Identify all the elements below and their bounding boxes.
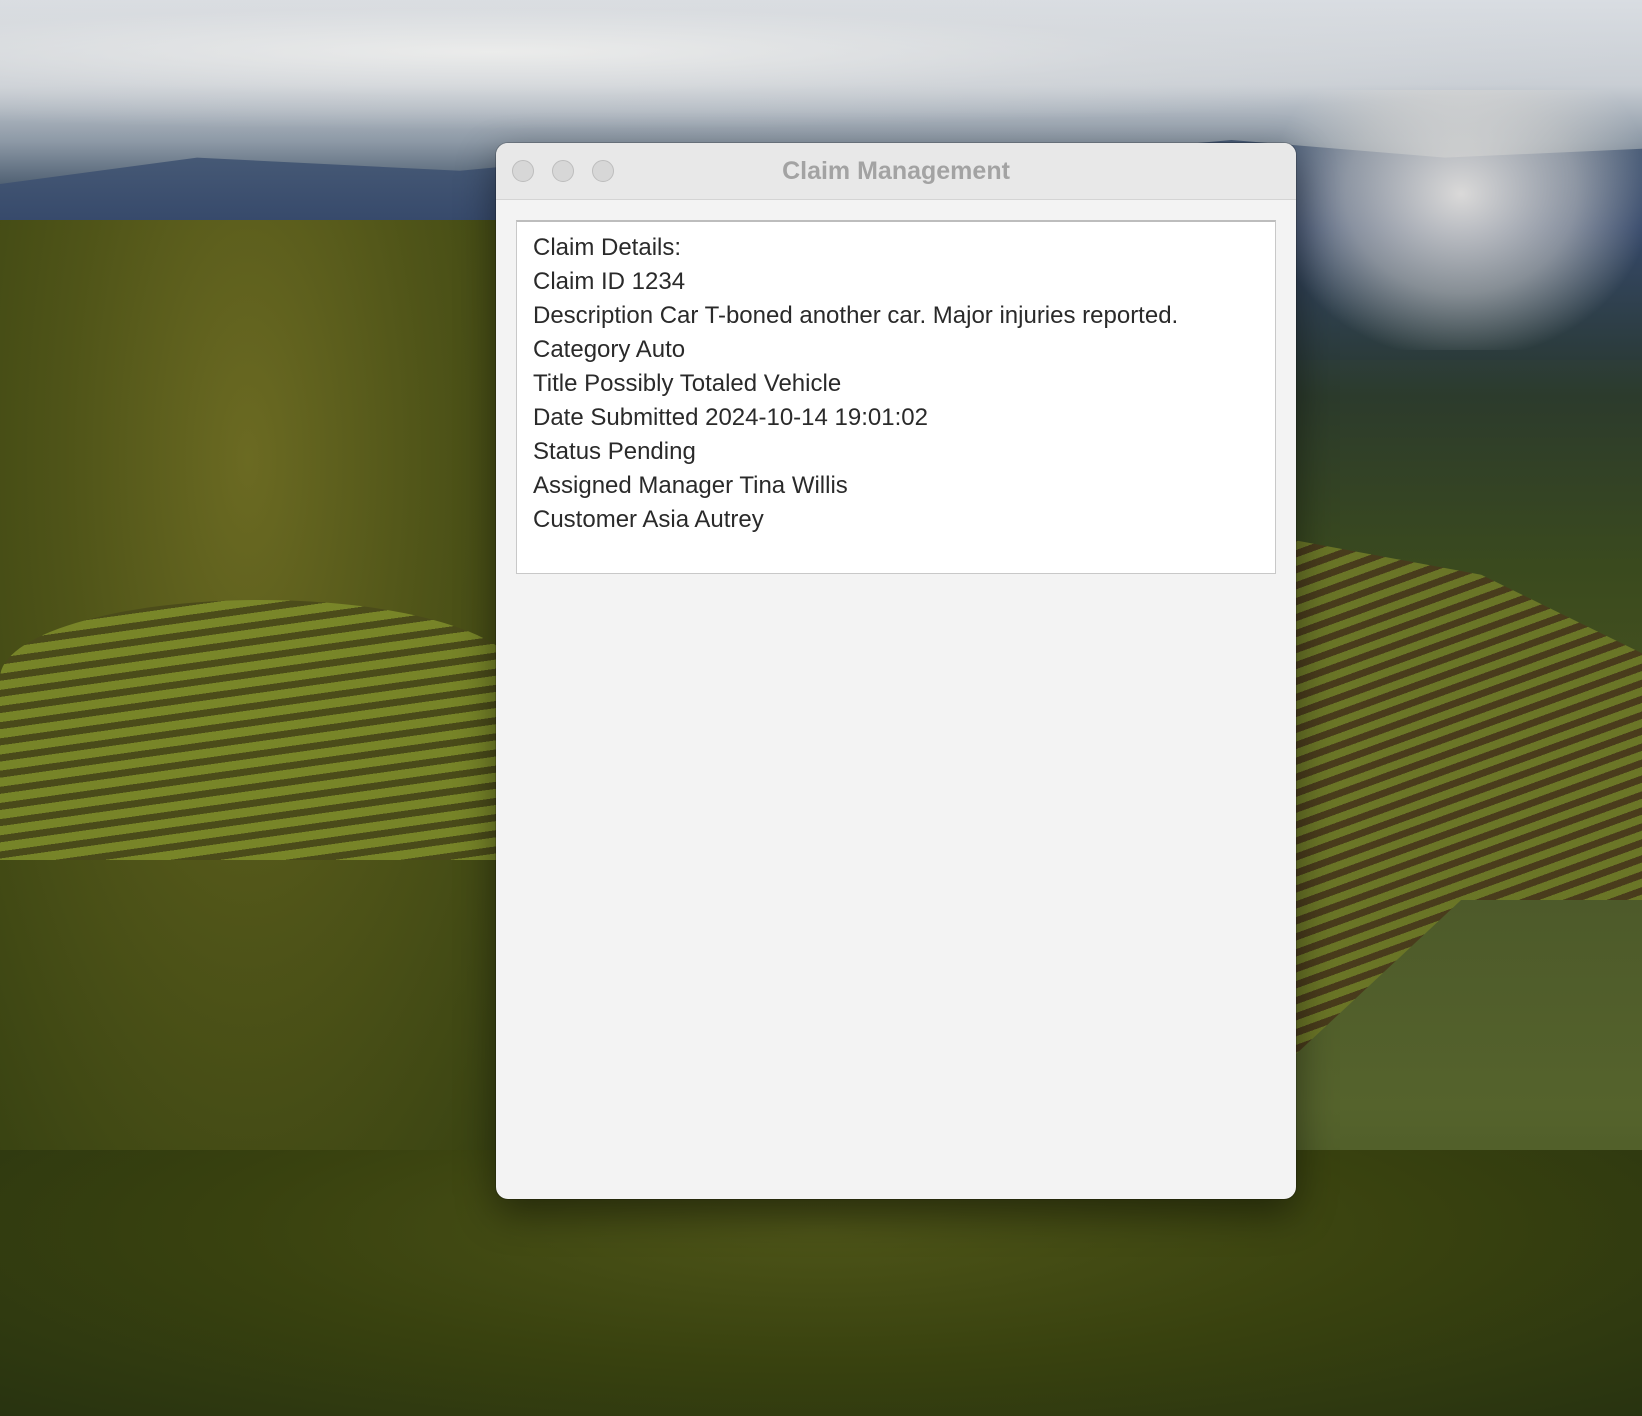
status-line: Status Pending bbox=[533, 438, 696, 465]
claim-id-line: Claim ID 1234 bbox=[533, 268, 686, 295]
assigned-manager-line: Assigned Manager Tina Willis bbox=[533, 472, 848, 499]
window-content: Claim Details: Claim ID 1234 Description… bbox=[496, 200, 1296, 594]
window-titlebar[interactable]: Claim Management bbox=[496, 143, 1296, 200]
wallpaper-fog bbox=[1280, 90, 1642, 350]
category-line: Category Auto bbox=[533, 336, 686, 363]
wallpaper-vineyard-left bbox=[0, 600, 520, 860]
date-submitted-line: Date Submitted 2024-10-14 19:01:02 bbox=[533, 404, 928, 431]
window-title: Claim Management bbox=[782, 157, 1010, 185]
customer-line: Customer Asia Autrey bbox=[533, 506, 764, 533]
description-line: Description Car T-boned another car. Maj… bbox=[533, 302, 1179, 329]
title-line: Title Possibly Totaled Vehicle bbox=[533, 370, 842, 397]
claim-details-textarea[interactable]: Claim Details: Claim ID 1234 Description… bbox=[516, 220, 1276, 574]
claim-management-window[interactable]: Claim Management Claim Details: Claim ID… bbox=[496, 143, 1296, 1199]
claim-details-heading: Claim Details: bbox=[533, 234, 682, 261]
